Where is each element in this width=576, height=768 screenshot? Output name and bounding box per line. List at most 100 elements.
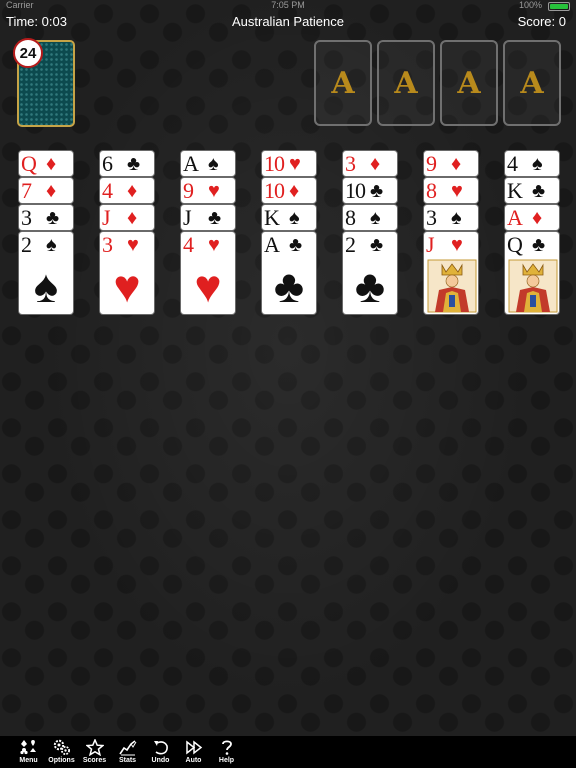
card-suit: ♦ — [532, 207, 543, 229]
card-suit: ♥ — [208, 234, 220, 256]
card-suit: ♦ — [370, 153, 381, 175]
card-suit: ♣ — [127, 153, 141, 175]
card-rank: 3 — [426, 205, 437, 230]
tableau-card[interactable]: 4 ♦ — [99, 177, 155, 204]
tableau-card[interactable]: K ♣ — [504, 177, 560, 204]
cards-suits-icon — [19, 740, 36, 755]
foundation-1-label: A — [331, 65, 355, 101]
card-rank: 9 — [426, 151, 437, 176]
card-rank: Q — [507, 232, 523, 257]
jack-portrait-icon — [427, 259, 477, 313]
tableau-card[interactable]: Q ♣ — [504, 231, 560, 315]
foundation-3[interactable]: A — [440, 40, 498, 126]
card-rank: 9 — [183, 178, 194, 203]
foundation-2[interactable]: A — [377, 40, 435, 126]
tableau-card[interactable]: J ♥ — [423, 231, 479, 315]
card-suit: ♠ — [208, 153, 219, 175]
foundation-4-label: A — [520, 65, 544, 101]
card-suit: ♣ — [532, 180, 546, 202]
tableau-card[interactable]: 2 ♣ ♣ — [342, 231, 398, 315]
tableau-card[interactable]: 2 ♠ ♠ — [18, 231, 74, 315]
score-label: Score: 0 — [517, 14, 566, 29]
card-suit-large: ♠ — [33, 260, 59, 312]
tableau-card[interactable]: A ♠ — [180, 150, 236, 177]
tableau-card[interactable]: 7 ♦ — [18, 177, 74, 204]
tableau-card[interactable]: Q ♦ — [18, 150, 74, 177]
card-suit: ♣ — [46, 207, 60, 229]
auto-button[interactable]: Auto — [177, 736, 210, 768]
card-suit: ♣ — [370, 180, 384, 202]
card-suit: ♥ — [208, 180, 220, 202]
tableau-card[interactable]: 6 ♣ — [99, 150, 155, 177]
stats-button[interactable]: Stats — [111, 736, 144, 768]
game-title: Australian Patience — [231, 14, 344, 29]
card-rank: 10 — [264, 151, 285, 176]
scores-button[interactable]: Scores — [78, 736, 111, 768]
foundation-4[interactable]: A — [503, 40, 561, 126]
card-rank: J — [426, 232, 435, 257]
bottom-toolbar: Menu Options Scores Stats Undo Auto Help — [0, 736, 576, 768]
card-rank: 10 — [345, 178, 366, 203]
card-suit-large: ♥ — [194, 260, 222, 312]
card-suit: ♣ — [370, 234, 384, 256]
card-suit: ♥ — [451, 234, 463, 256]
card-suit: ♥ — [127, 234, 139, 256]
tableau-card[interactable]: 10 ♦ — [261, 177, 317, 204]
tableau-card[interactable]: 3 ♠ — [423, 204, 479, 231]
tableau-card[interactable]: J ♣ — [180, 204, 236, 231]
card-rank: 4 — [102, 178, 113, 203]
tableau-card[interactable]: 8 ♠ — [342, 204, 398, 231]
card-suit: ♣ — [532, 234, 546, 256]
fast-forward-icon — [185, 740, 202, 755]
tableau-card[interactable]: A ♦ — [504, 204, 560, 231]
card-suit-large: ♣ — [354, 260, 386, 312]
card-suit: ♠ — [370, 207, 381, 229]
tableau-card[interactable]: 8 ♥ — [423, 177, 479, 204]
card-suit: ♣ — [289, 234, 303, 256]
chart-icon — [118, 740, 136, 756]
tableau-card[interactable]: 9 ♦ — [423, 150, 479, 177]
tableau-card[interactable]: 10 ♥ — [261, 150, 317, 177]
card-suit: ♠ — [289, 207, 300, 229]
foundation-1[interactable]: A — [314, 40, 372, 126]
tableau-card[interactable]: 3 ♣ — [18, 204, 74, 231]
tableau-card[interactable]: J ♦ — [99, 204, 155, 231]
tableau-card[interactable]: 4 ♠ — [504, 150, 560, 177]
card-rank: J — [183, 205, 192, 230]
tableau-card[interactable]: 4 ♥ ♥ — [180, 231, 236, 315]
undo-label: Undo — [151, 757, 170, 764]
help-button[interactable]: Help — [210, 736, 243, 768]
auto-label: Auto — [185, 757, 202, 764]
card-rank: Q — [21, 151, 37, 176]
card-rank: 7 — [21, 178, 32, 203]
tableau-card[interactable]: 9 ♥ — [180, 177, 236, 204]
card-rank: 10 — [264, 178, 285, 203]
help-label: Help — [218, 757, 235, 764]
tableau-card[interactable]: 10 ♣ — [342, 177, 398, 204]
stock-pile[interactable]: 24 — [13, 38, 75, 127]
tableau-card[interactable]: A ♣ ♣ — [261, 231, 317, 315]
tableau-card[interactable]: 3 ♥ ♥ — [99, 231, 155, 315]
undo-button[interactable]: Undo — [144, 736, 177, 768]
question-icon — [221, 740, 232, 755]
card-rank: A — [264, 232, 280, 257]
card-suit-large: ♥ — [113, 260, 141, 312]
card-suit: ♥ — [451, 180, 463, 202]
card-rank: 4 — [507, 151, 518, 176]
card-suit: ♠ — [451, 207, 462, 229]
tableau-card[interactable]: 3 ♦ — [342, 150, 398, 177]
stock-count-badge: 24 — [13, 38, 43, 68]
card-suit: ♦ — [127, 180, 138, 202]
menu-button[interactable]: Menu — [12, 736, 45, 768]
card-rank: 3 — [21, 205, 32, 230]
card-suit: ♦ — [46, 153, 57, 175]
card-suit: ♠ — [532, 153, 543, 175]
tableau-card[interactable]: K ♠ — [261, 204, 317, 231]
menu-label: Menu — [19, 757, 38, 764]
gears-icon — [53, 739, 70, 755]
options-label: Options — [48, 757, 75, 764]
options-button[interactable]: Options — [45, 736, 78, 768]
card-rank: 8 — [426, 178, 437, 203]
scores-label: Scores — [82, 757, 107, 764]
card-rank: A — [183, 151, 199, 176]
